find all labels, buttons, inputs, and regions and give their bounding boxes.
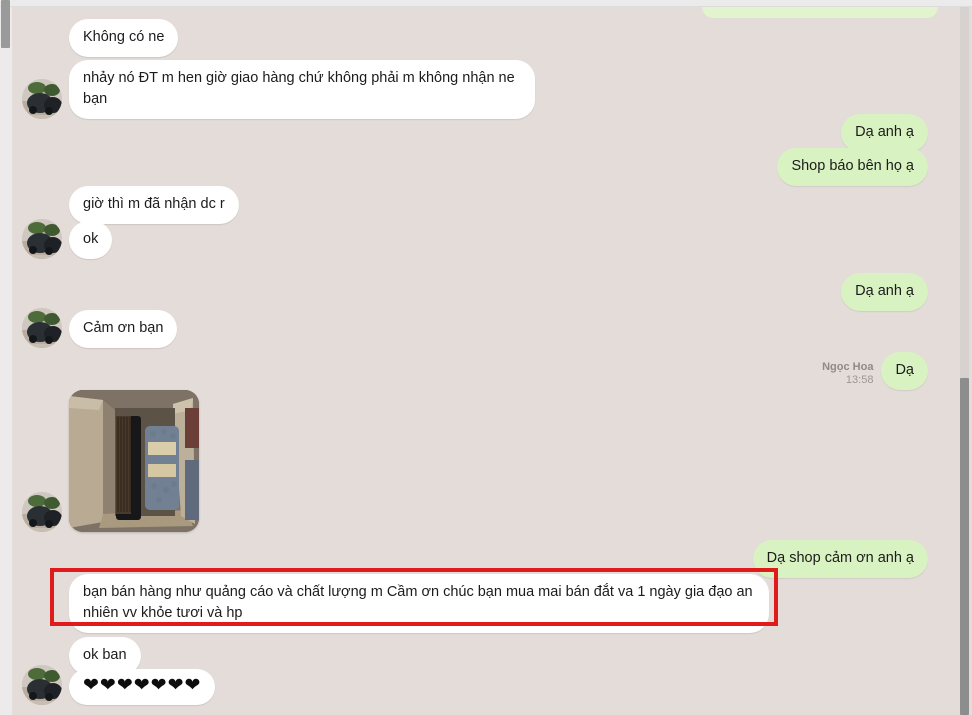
left-scrollbar-thumb[interactable] — [1, 0, 10, 48]
message-bubble-outgoing[interactable]: Dạ anh ạ — [841, 114, 928, 153]
message-timestamp: 13:58 — [845, 374, 874, 387]
message-row: Ngọc Hoa 13:58 Dạ — [822, 352, 928, 391]
message-text: Không có ne — [83, 29, 165, 45]
message-text: nhảy nó ĐT m hen giờ giao hàng chứ không… — [83, 70, 515, 108]
avatar[interactable] — [22, 308, 62, 348]
message-text: Dạ anh ạ — [855, 124, 914, 140]
message-bubble-outgoing[interactable]: Dạ — [881, 352, 928, 391]
message-bubble-outgoing[interactable]: Dạ anh ạ — [841, 273, 928, 312]
message-row: Không có ne — [69, 19, 179, 58]
avatar[interactable] — [22, 219, 62, 259]
annotation-highlight-box — [50, 568, 778, 626]
message-text: Dạ — [895, 362, 914, 378]
message-bubble-incoming[interactable]: nhảy nó ĐT m hen giờ giao hàng chứ không… — [69, 60, 535, 120]
right-scrollbar-thumb[interactable] — [960, 378, 969, 715]
message-meta: Ngọc Hoa 13:58 — [822, 361, 873, 391]
message-row: Dạ anh ạ — [841, 273, 928, 312]
left-scrollbar-track[interactable] — [0, 0, 12, 715]
message-row: ❤❤❤❤❤❤❤ — [22, 665, 216, 705]
window-top-edge — [0, 0, 972, 7]
message-text: Dạ anh ạ — [855, 283, 914, 299]
message-bubble-outgoing[interactable]: Shop báo bên họ ạ — [777, 148, 928, 187]
message-bubble-incoming[interactable]: Không có ne — [69, 19, 179, 58]
chat-screen: Không có ne nhảy nó ĐT m hen giờ giao hà… — [0, 0, 972, 715]
message-bubble-partial-top[interactable] — [702, 7, 938, 18]
message-row: ok — [22, 219, 113, 259]
message-row: Dạ anh ạ — [841, 114, 928, 153]
message-text: Shop báo bên họ ạ — [791, 158, 914, 174]
message-bubble-incoming[interactable]: Cảm ơn bạn — [69, 309, 178, 348]
message-row: nhảy nó ĐT m hen giờ giao hàng chứ không… — [22, 60, 535, 120]
message-bubble-incoming[interactable]: ok — [69, 220, 113, 259]
message-text: Cảm ơn bạn — [83, 319, 164, 336]
avatar[interactable] — [22, 79, 62, 120]
heart-icon-group: ❤❤❤❤❤❤❤ — [83, 675, 202, 697]
message-bubble-outgoing[interactable]: Dạ shop cảm ơn anh ạ — [752, 540, 928, 579]
sender-name: Ngọc Hoa — [822, 360, 874, 373]
message-text: ok — [83, 230, 99, 247]
message-bubble-incoming-hearts[interactable]: ❤❤❤❤❤❤❤ — [69, 669, 216, 705]
message-text: giờ thì m đã nhận dc r — [83, 196, 225, 212]
message-row — [22, 390, 199, 532]
message-image-attachment[interactable] — [69, 390, 199, 532]
message-text: Dạ shop cảm ơn anh ạ — [766, 550, 914, 566]
message-text: ok ban — [83, 647, 127, 663]
message-row: Dạ shop cảm ơn anh ạ — [752, 540, 928, 579]
message-row: Cảm ơn bạn — [22, 308, 178, 348]
message-row: Shop báo bên họ ạ — [777, 148, 928, 187]
avatar[interactable] — [22, 665, 62, 705]
avatar[interactable] — [22, 492, 62, 532]
